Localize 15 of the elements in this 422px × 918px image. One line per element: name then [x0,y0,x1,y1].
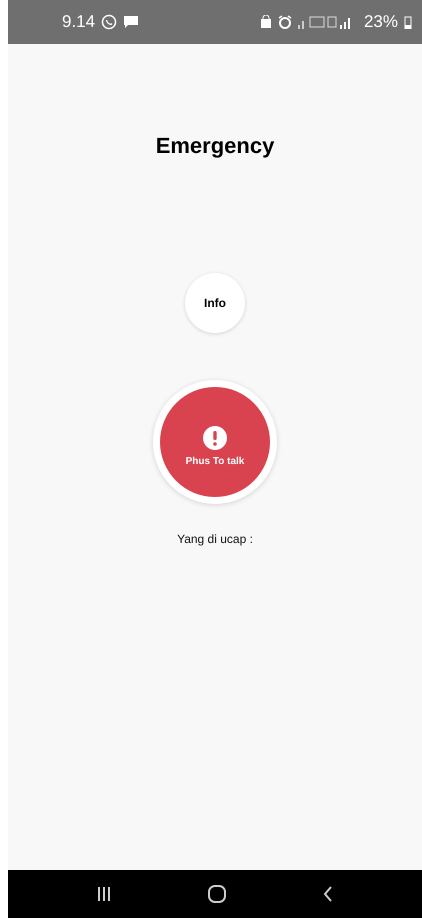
clock-time: 9.14 [62,12,96,32]
back-icon[interactable] [323,886,334,902]
alarm-icon [278,15,292,29]
chat-icon [101,14,118,30]
talk-button[interactable]: Phus To talk [160,387,270,497]
speech-label: Yang di ucap : [177,532,253,546]
message-icon [123,15,140,29]
battery-icon [404,15,412,29]
info-button[interactable]: Info [185,273,245,333]
home-icon[interactable] [208,885,226,903]
battery-percent: 23% [364,12,398,32]
recent-apps-icon[interactable] [96,886,111,902]
alert-icon [203,426,227,450]
lock-icon [260,15,272,29]
page-title: Emergency [156,133,274,159]
